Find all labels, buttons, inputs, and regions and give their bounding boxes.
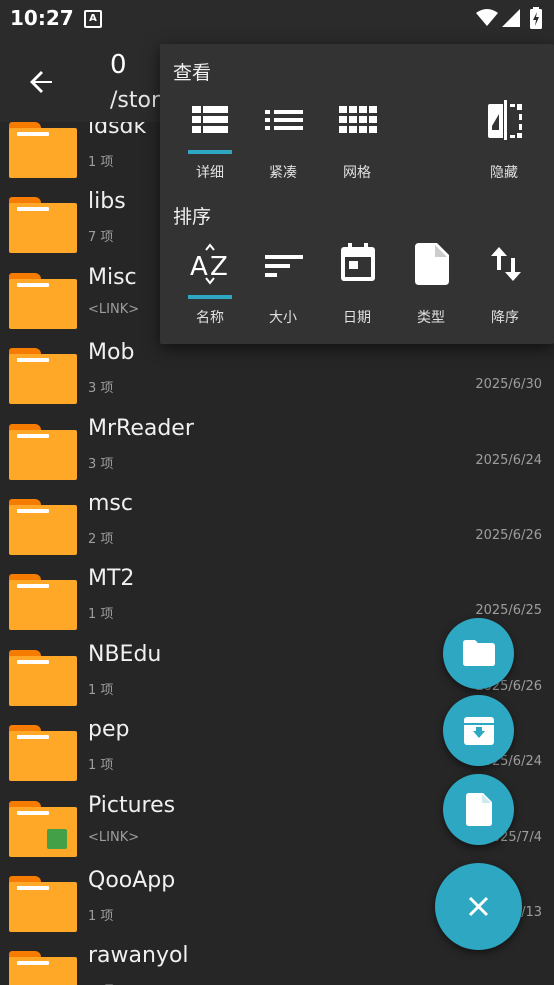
file-date: /13: [521, 905, 542, 920]
sort-direction-icon: [491, 247, 521, 281]
view-option-compact[interactable]: 紧凑: [246, 104, 320, 184]
file-name: MrReader: [88, 415, 194, 441]
status-bar: 10:27 A: [0, 0, 554, 38]
status-time: 10:27: [10, 6, 74, 30]
file-name: QooApp: [88, 868, 176, 893]
close-icon: [468, 896, 489, 917]
sort-option-date[interactable]: 日期: [320, 243, 394, 329]
file-list-item[interactable]: Mob 3 项 2025/6/30: [0, 336, 554, 411]
details-view-icon: [192, 106, 228, 133]
sort-option-label: 大小: [269, 310, 297, 326]
folder-icon: [9, 348, 77, 405]
selected-indicator: [188, 295, 232, 299]
back-arrow-icon[interactable]: [22, 62, 62, 102]
wifi-icon: [476, 9, 498, 26]
folder-icon: [9, 499, 77, 555]
sort-az-icon: AZ: [190, 243, 228, 285]
file-name: msc: [88, 491, 133, 516]
folder-icon: [9, 122, 77, 178]
folder-icon: [9, 197, 77, 254]
sort-option-descending[interactable]: 降序: [468, 247, 542, 329]
archive-fab[interactable]: [443, 695, 514, 766]
file-meta: 1 项: [88, 155, 114, 170]
folder-icon: [9, 876, 77, 932]
sort-option-size[interactable]: 大小: [246, 249, 320, 329]
calendar-icon: [341, 243, 375, 281]
file-date: 2025/6/24: [475, 452, 542, 468]
view-sort-popup: 查看 详细 紧凑 网格 隐藏 排序 AZ 名称 大小 日期 类型 降序: [160, 44, 554, 344]
folder-icon: [463, 640, 495, 666]
file-name: libs: [88, 189, 126, 215]
file-meta: 1 项: [88, 909, 114, 924]
file-meta: 1 项: [88, 607, 114, 623]
sort-option-label: 名称: [196, 310, 224, 326]
compact-list-icon: [265, 110, 303, 130]
view-option-label: 详细: [196, 165, 224, 181]
selected-indicator: [188, 150, 232, 154]
folder-icon: [9, 649, 77, 706]
file-name: Misc: [88, 264, 137, 290]
file-meta: 1 项: [88, 758, 114, 774]
file-meta: <LINK>: [88, 301, 140, 317]
file-name: Mob: [88, 340, 135, 366]
folder-icon: [9, 800, 77, 857]
grid-view-icon: [339, 106, 377, 133]
view-option-label: 网格: [343, 165, 371, 181]
file-name: MT2: [88, 566, 135, 592]
svg-text:A: A: [190, 252, 208, 282]
file-date: 2025/6/26: [475, 528, 542, 543]
folder-icon: [9, 574, 77, 631]
file-name: pep: [88, 717, 130, 743]
file-name: Pictures: [88, 792, 176, 818]
folder-icon: [9, 951, 77, 985]
sort-size-icon: [265, 255, 303, 277]
svg-text:Z: Z: [210, 252, 228, 282]
view-option-details[interactable]: 详细: [173, 104, 247, 184]
file-meta: 3 项: [88, 456, 114, 472]
notification-a-icon: A: [84, 10, 102, 28]
sort-option-label: 类型: [417, 310, 445, 326]
file-date: 2025/6/30: [475, 377, 542, 393]
battery-icon: [530, 7, 542, 29]
sort-option-label: 降序: [491, 310, 519, 326]
sort-option-label: 日期: [343, 310, 371, 326]
file-meta: 3 项: [88, 381, 114, 397]
file-name: idsdk: [88, 122, 147, 139]
sort-option-name[interactable]: AZ 名称: [173, 243, 247, 329]
archive-icon: [464, 717, 494, 745]
current-path: /stor: [110, 88, 161, 113]
file-list-item[interactable]: msc 2 项 2025/6/26: [0, 487, 554, 562]
file-icon: [466, 793, 492, 826]
view-option-label: 隐藏: [490, 165, 518, 181]
file-meta: 1 项: [88, 980, 113, 985]
sort-option-type[interactable]: 类型: [394, 243, 468, 329]
file-meta: <LINK>: [88, 829, 140, 845]
file-name: rawanyol: [88, 943, 189, 969]
view-option-hide[interactable]: 隐藏: [467, 100, 541, 184]
close-fab[interactable]: [435, 863, 522, 950]
new-folder-fab[interactable]: [443, 618, 514, 689]
file-meta: 7 项: [88, 230, 114, 246]
sort-section-title: 排序: [173, 206, 212, 228]
file-type-icon: [415, 243, 449, 285]
folder-icon: [9, 272, 77, 329]
folder-icon: [9, 423, 77, 480]
file-list-item[interactable]: MrReader 3 项 2025/6/24: [0, 412, 554, 487]
file-date: 2025/6/25: [475, 603, 542, 619]
hide-panel-icon: [488, 100, 522, 140]
signal-icon: [502, 9, 520, 27]
folder-count: 0: [110, 50, 127, 80]
file-meta: 1 项: [88, 682, 114, 698]
image-badge-icon: [47, 828, 67, 849]
view-option-label: 紧凑: [269, 165, 297, 181]
new-file-fab[interactable]: [443, 774, 514, 845]
view-section-title: 查看: [173, 62, 212, 84]
folder-icon: [9, 725, 77, 782]
file-name: NBEdu: [88, 641, 162, 667]
file-meta: 2 项: [88, 532, 114, 547]
view-option-grid[interactable]: 网格: [320, 104, 394, 184]
